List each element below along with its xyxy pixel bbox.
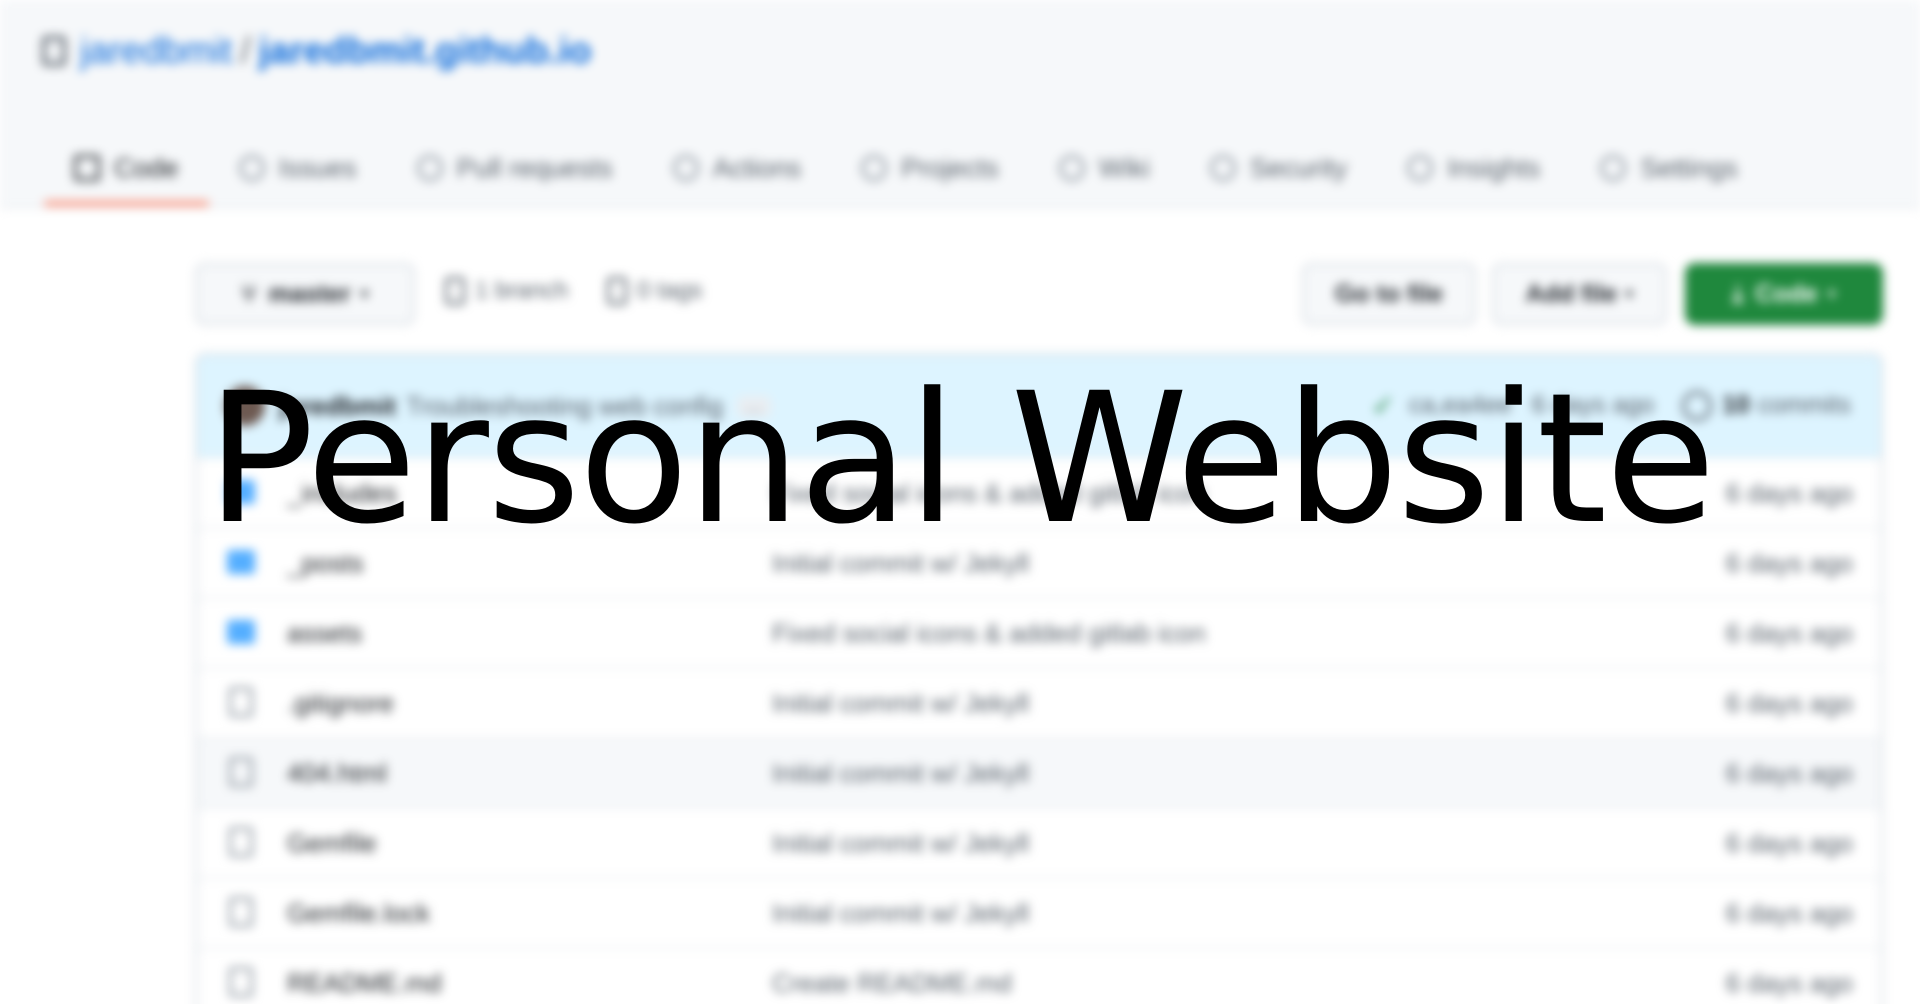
branches-link[interactable]: 1 branch	[445, 277, 568, 305]
file-age: 6 days ago	[1725, 827, 1853, 858]
tab-actions[interactable]: Actions	[643, 130, 832, 206]
tab-code[interactable]: Code	[44, 130, 209, 206]
file-icon	[229, 687, 253, 717]
repo-header: jaredbmit / jaredbmit.github.io Code Iss…	[0, 0, 1920, 208]
shield-icon	[1209, 155, 1236, 181]
tab-issues[interactable]: Issues	[209, 130, 387, 206]
tab-label: Projects	[901, 152, 999, 183]
file-age: 6 days ago	[1725, 757, 1853, 788]
file-commit-message[interactable]: Initial commit w/ Jekyll	[772, 898, 1029, 929]
projects-icon	[861, 155, 888, 181]
file-age: 6 days ago	[1725, 617, 1853, 648]
file-name[interactable]: 404.html	[287, 758, 387, 789]
repo-tabs: Code Issues Pull requests Actions Projec…	[44, 130, 1768, 206]
repo-title: jaredbmit / jaredbmit.github.io	[42, 30, 591, 72]
branch-icon	[445, 277, 465, 305]
tab-pull-requests[interactable]: Pull requests	[387, 130, 643, 206]
file-name[interactable]: assets	[287, 618, 362, 649]
overlay-title: Personal Website	[206, 355, 1716, 564]
wiki-icon	[1058, 155, 1085, 181]
branch-icon: ⑂	[241, 279, 257, 308]
actions-icon	[672, 155, 699, 181]
file-name[interactable]: README.md	[287, 968, 442, 999]
chevron-down-icon: ▾	[1827, 286, 1836, 303]
repo-toolbar: ⑂ master ▾ 1 branch 0 tags Go to file Ad…	[195, 263, 1883, 325]
file-icon	[229, 827, 253, 857]
file-name[interactable]: .gitignore	[287, 688, 394, 719]
file-icon	[229, 967, 253, 997]
code-button-label: Code	[1755, 279, 1818, 308]
file-age: 6 days ago	[1725, 897, 1853, 928]
tab-label: Pull requests	[456, 152, 613, 183]
file-age: 6 days ago	[1725, 967, 1853, 998]
add-file-label: Add file	[1525, 279, 1618, 308]
go-to-file-button[interactable]: Go to file	[1302, 263, 1476, 325]
tab-label: Wiki	[1098, 152, 1150, 183]
table-row[interactable]: 404.html Initial commit w/ Jekyll 6 days…	[197, 737, 1881, 807]
table-row[interactable]: .gitignore Initial commit w/ Jekyll 6 da…	[197, 667, 1881, 737]
file-icon	[229, 897, 253, 927]
table-row[interactable]: README.md Create README.md 6 days ago	[197, 947, 1881, 1004]
tags-link[interactable]: 0 tags	[607, 277, 702, 305]
file-commit-message[interactable]: Create README.md	[772, 968, 1012, 999]
file-name[interactable]: Gemfile.lock	[287, 898, 430, 929]
page: jaredbmit / jaredbmit.github.io Code Iss…	[0, 0, 1920, 1004]
chevron-down-icon: ▾	[1625, 286, 1634, 303]
add-file-button[interactable]: Add file ▾	[1492, 263, 1667, 325]
table-row[interactable]: Gemfile.lock Initial commit w/ Jekyll 6 …	[197, 877, 1881, 947]
tab-label: Issues	[278, 152, 357, 183]
file-commit-message[interactable]: Initial commit w/ Jekyll	[772, 758, 1029, 789]
file-commit-message[interactable]: Initial commit w/ Jekyll	[772, 828, 1029, 859]
tab-label: Settings	[1640, 152, 1738, 183]
branch-name: master	[268, 279, 351, 308]
chevron-down-icon: ▾	[360, 286, 369, 303]
repo-name-link[interactable]: jaredbmit.github.io	[258, 30, 591, 72]
issue-icon	[238, 155, 265, 181]
tags-label: 0 tags	[637, 277, 703, 304]
file-icon	[229, 757, 253, 787]
repo-icon	[42, 36, 66, 66]
tab-wiki[interactable]: Wiki	[1029, 130, 1180, 206]
tab-label: Code	[114, 152, 179, 183]
repo-separator: /	[240, 30, 251, 71]
file-commit-message[interactable]: Fixed social icons & added gitlab icon	[772, 618, 1206, 649]
file-age: 6 days ago	[1725, 687, 1853, 718]
tab-settings[interactable]: Settings	[1570, 130, 1768, 206]
tab-projects[interactable]: Projects	[831, 130, 1029, 206]
code-button[interactable]: ⤓ Code ▾	[1685, 263, 1883, 325]
repo-owner-link[interactable]: jaredbmit	[80, 30, 232, 72]
tag-icon	[607, 277, 627, 305]
branch-select-button[interactable]: ⑂ master ▾	[195, 263, 415, 325]
tab-label: Security	[1249, 152, 1348, 183]
tab-label: Insights	[1447, 152, 1541, 183]
pull-request-icon	[416, 155, 443, 181]
tab-security[interactable]: Security	[1180, 130, 1378, 206]
table-row[interactable]: assets Fixed social icons & added gitlab…	[197, 597, 1881, 667]
download-icon: ⤓	[1732, 279, 1744, 308]
tab-insights[interactable]: Insights	[1377, 130, 1570, 206]
code-icon	[74, 155, 100, 181]
file-commit-message[interactable]: Initial commit w/ Jekyll	[772, 688, 1029, 719]
graph-icon	[1407, 155, 1434, 181]
file-name[interactable]: Gemfile	[287, 828, 377, 859]
table-row[interactable]: Gemfile Initial commit w/ Jekyll 6 days …	[197, 807, 1881, 877]
tab-label: Actions	[712, 152, 802, 183]
gear-icon	[1600, 155, 1627, 181]
branches-label: 1 branch	[475, 277, 569, 304]
folder-icon	[227, 620, 255, 644]
